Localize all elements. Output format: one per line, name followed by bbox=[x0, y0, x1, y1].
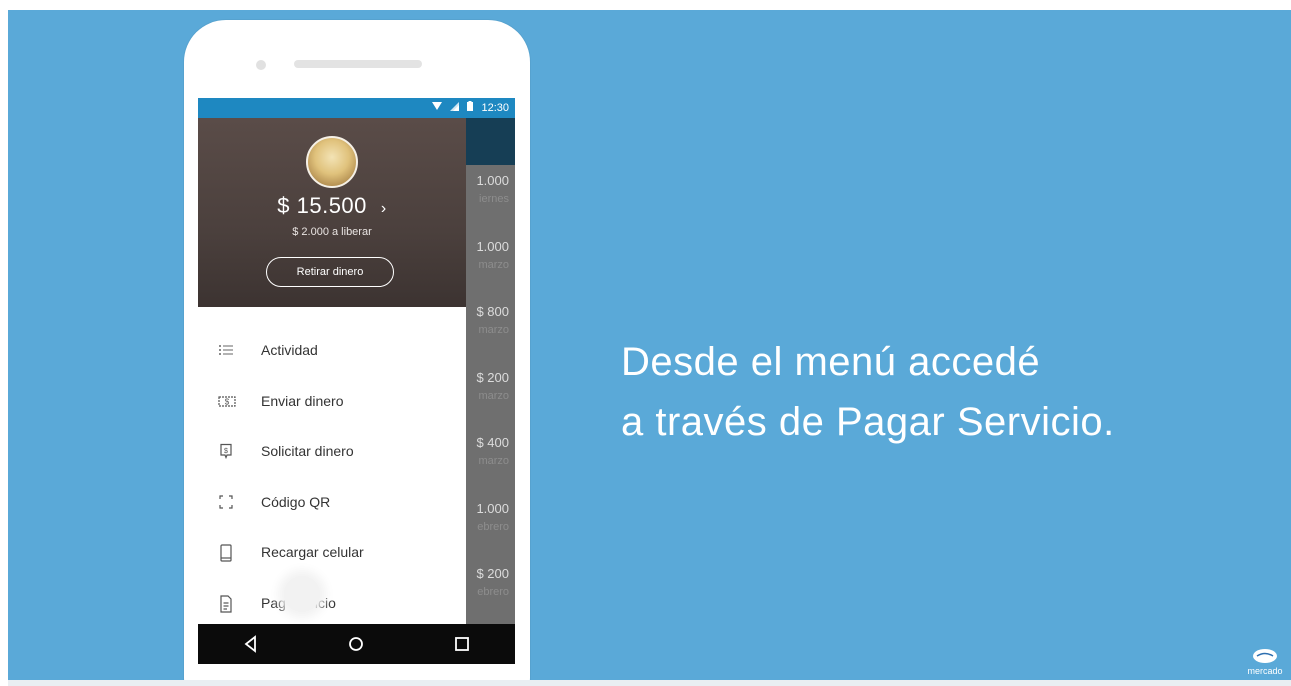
list-item-date: marzo bbox=[478, 258, 509, 271]
list-item: 1.000 marzo bbox=[466, 231, 515, 297]
list-item-amount: 1.000 bbox=[476, 500, 509, 516]
android-nav-bar bbox=[198, 624, 515, 664]
list-item-amount: 1.000 bbox=[476, 238, 509, 254]
back-icon[interactable] bbox=[241, 634, 261, 654]
mercado-logo: mercado bbox=[1245, 648, 1285, 676]
list-item-amount: $ 400 bbox=[476, 435, 509, 450]
handshake-icon bbox=[1253, 649, 1277, 663]
menu-item-label: Actividad bbox=[261, 342, 318, 359]
list-item: 1.000 ebrero bbox=[466, 493, 515, 559]
list-item: $ 200 ebrero bbox=[466, 558, 515, 624]
home-icon[interactable] bbox=[346, 634, 366, 654]
phone-icon bbox=[218, 544, 234, 562]
menu-item-actividad[interactable]: Actividad bbox=[198, 325, 466, 376]
recents-icon[interactable] bbox=[452, 634, 472, 654]
drawer-header: $ 15.500 › $ 2.000 a liberar Retirar dine… bbox=[198, 118, 466, 307]
list-item-amount: $ 800 bbox=[476, 304, 509, 319]
status-time: 12:30 bbox=[481, 101, 509, 114]
menu-item-codigo-qr[interactable]: Código QR bbox=[198, 477, 466, 528]
headline: Desde el menú accedé a través de Pagar S… bbox=[621, 332, 1115, 452]
balance-value: $ 15.500 bbox=[277, 193, 367, 218]
status-bar: 12:30 bbox=[198, 98, 515, 118]
menu-item-label: Enviar dinero bbox=[261, 392, 344, 409]
menu-item-solicitar-dinero[interactable]: $ Solicitar dinero bbox=[198, 426, 466, 477]
drawer-menu: Actividad $ Enviar dinero $ Solicitar di… bbox=[198, 325, 466, 628]
list-item-date: ebrero bbox=[477, 520, 509, 533]
list-item-date: marzo bbox=[478, 324, 509, 336]
list-item-date: iernes bbox=[479, 193, 509, 205]
video-stage: 12:30 1.000 iernes 1.000 marzo $ 800 mar… bbox=[8, 10, 1291, 686]
document-icon bbox=[218, 595, 234, 613]
navigation-drawer: $ 15.500 › $ 2.000 a liberar Retirar dine… bbox=[198, 118, 466, 624]
phone-mockup: 12:30 1.000 iernes 1.000 marzo $ 800 mar… bbox=[184, 20, 530, 686]
app-bar bbox=[466, 118, 515, 165]
menu-item-pagar-servicio[interactable]: Pag vicio bbox=[198, 575, 466, 629]
wifi-icon bbox=[432, 101, 443, 114]
speaker-grille bbox=[294, 60, 422, 68]
svg-text:$: $ bbox=[225, 397, 230, 406]
list-item-amount: 1.000 bbox=[476, 173, 509, 188]
svg-text:$: $ bbox=[224, 448, 228, 455]
money-icon: $ bbox=[218, 393, 236, 409]
list-item-amount: $ 200 bbox=[476, 369, 509, 385]
menu-item-recargar-celular[interactable]: Recargar celular bbox=[198, 527, 466, 578]
avatar[interactable] bbox=[306, 136, 358, 188]
balance-pending: $ 2.000 a liberar bbox=[292, 226, 372, 238]
menu-item-label-start: Pag bbox=[261, 594, 286, 611]
menu-item-label: Recargar celular bbox=[261, 544, 364, 561]
list-item: $ 200 marzo bbox=[466, 362, 515, 428]
list-item-date: ebrero bbox=[477, 586, 509, 598]
camera-dot bbox=[256, 60, 266, 70]
qr-icon bbox=[218, 494, 234, 510]
phone-screen: 12:30 1.000 iernes 1.000 marzo $ 800 mar… bbox=[198, 98, 515, 664]
list-item-date: marzo bbox=[478, 455, 509, 467]
headline-line-1: Desde el menú accedé bbox=[621, 340, 1041, 384]
touch-indicator bbox=[284, 575, 320, 612]
list-item: 1.000 iernes bbox=[466, 165, 515, 231]
video-progress-bar bbox=[8, 680, 1291, 686]
chevron-right-icon: › bbox=[380, 200, 387, 217]
battery-icon bbox=[467, 101, 474, 114]
menu-item-enviar-dinero[interactable]: $ Enviar dinero bbox=[198, 376, 466, 427]
balance-amount[interactable]: $ 15.500 › bbox=[198, 193, 466, 219]
logo-text: mercado bbox=[1247, 666, 1283, 676]
request-money-icon: $ bbox=[218, 443, 234, 460]
list-icon bbox=[218, 342, 234, 358]
withdraw-button[interactable]: Retirar dinero bbox=[266, 257, 394, 287]
menu-item-label: Código QR bbox=[261, 493, 331, 510]
signal-icon bbox=[450, 101, 460, 114]
list-item-date: marzo bbox=[478, 389, 509, 402]
headline-line-2: a través de Pagar Servicio. bbox=[621, 400, 1115, 444]
list-item: $ 400 marzo bbox=[466, 427, 515, 493]
list-item: $ 800 marzo bbox=[466, 296, 515, 362]
menu-item-label: Solicitar dinero bbox=[261, 443, 354, 460]
activity-list-background: 1.000 iernes 1.000 marzo $ 800 marzo $ 2… bbox=[466, 165, 515, 624]
list-item-amount: $ 200 bbox=[476, 566, 509, 581]
